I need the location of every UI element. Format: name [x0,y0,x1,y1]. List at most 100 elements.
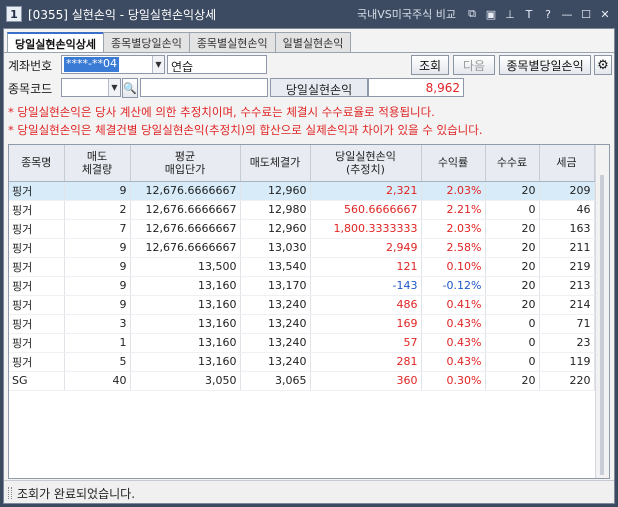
status-message: 조회가 완료되었습니다. [17,487,136,501]
gear-icon[interactable]: ⚙ [594,55,612,75]
minimize-icon[interactable]: — [560,7,574,21]
table-header: 종목명 매도 체결량 평균 매입단가 매도체결가 당일실현손익 (추정치) 수익… [9,145,595,182]
col-header-rate[interactable]: 수익률 [421,145,486,182]
link-icon[interactable]: ⧉ [465,7,479,21]
cell-realized-pnl: 486 [310,295,422,315]
tab-strip: 당일실현손익상세 종목별당일손익 종목별실현손익 일별실현손익 [7,32,352,53]
daily-pnl-label: 당일실현손익 [270,78,368,97]
notice-line: * 당일실현손익은 당사 계산에 의한 추정치이며, 수수료는 체결시 수수료율… [8,105,435,119]
table-row[interactable]: 핑거 2 12,676.6666667 12,980 560.6666667 2.21% 0… [9,200,595,220]
col-header-name[interactable]: 종목명 [9,145,65,182]
cell-avg-price: 13,160 [130,295,241,315]
close-icon[interactable]: ✕ [598,7,612,21]
cell-tax: 163 [539,219,595,239]
help-icon[interactable]: ? [541,7,555,21]
next-button[interactable]: 다음 [453,55,495,75]
account-select[interactable]: ****-**04 ▼ [61,55,165,74]
account-name-field: 연습 [167,55,267,74]
scroll-thumb[interactable] [600,175,604,475]
cell-sell-price: 12,980 [240,200,311,220]
cell-fee: 20 [485,257,540,277]
title-bar: 1 [0355] 실현손익 - 당일실현손익상세 국내VS미국주식 비교 ⧉ ▣… [0,0,618,28]
cell-tax: 71 [539,314,595,334]
chevron-down-icon[interactable]: ▼ [108,79,120,96]
col-header-pnl[interactable]: 당일실현손익 (추정치) [310,145,422,182]
chevron-down-icon[interactable]: ▼ [152,56,164,73]
col-header-fee[interactable]: 수수료 [485,145,540,182]
cell-sell-price: 13,240 [240,314,311,334]
table-row[interactable]: 핑거 1 13,160 13,240 57 0.43% 0 23 [9,333,595,353]
cell-stock-name: 핑거 [9,276,65,296]
col-header-sell-price[interactable]: 매도체결가 [240,145,311,182]
pnl-table[interactable]: 종목명 매도 체결량 평균 매입단가 매도체결가 당일실현손익 (추정치) 수익… [8,144,610,479]
cell-return-rate: 0.43% [421,333,486,353]
cell-avg-price: 13,160 [130,333,241,353]
maximize-icon[interactable]: ☐ [579,7,593,21]
cell-fee: 20 [485,371,540,391]
col-header-tax[interactable]: 세금 [539,145,595,182]
notice-line: * 당일실현손익은 체결건별 당일실현손익(추정치)의 합산으로 실제손익과 차… [8,123,483,137]
pin-icon[interactable]: ⊥ [503,7,517,21]
cell-realized-pnl: 121 [310,257,422,277]
table-row[interactable]: 핑거 7 12,676.6666667 12,960 1,800.3333333 2.03… [9,219,595,239]
tab-daily-realized[interactable]: 일별실현손익 [274,32,352,52]
cell-stock-name: 핑거 [9,314,65,334]
cell-avg-price: 13,160 [130,314,241,334]
cell-fee: 20 [485,238,540,258]
cell-stock-name: 핑거 [9,200,65,220]
compare-link[interactable]: 국내VS미국주식 비교 [357,6,456,22]
header-label: 수수료 [496,156,528,170]
stock-code-input[interactable]: ▼ [61,78,121,97]
status-bar: 조회가 완료되었습니다. [4,480,614,503]
cell-fee: 0 [485,352,540,372]
cell-return-rate: 0.30% [421,371,486,391]
col-header-avg-price[interactable]: 평균 매입단가 [130,145,241,182]
account-row: 계좌번호 ****-**04 ▼ 연습 조회 다음 종목별당일손익 ⚙ [4,54,614,76]
grip-icon [8,487,12,499]
cell-realized-pnl: 169 [310,314,422,334]
table-row[interactable]: 핑거 9 13,500 13,540 121 0.10% 20 219 [9,257,595,277]
table-row[interactable]: 핑거 5 13,160 13,240 281 0.43% 0 119 [9,352,595,372]
text-size-icon[interactable]: T [522,7,536,21]
query-button[interactable]: 조회 [411,55,449,75]
table-row[interactable]: 핑거 9 12,676.6666667 13,030 2,949 2.58% 20 211 [9,238,595,258]
cell-stock-name: 핑거 [9,219,65,239]
tab-daily-pnl-by-stock[interactable]: 종목별당일손익 [102,32,190,52]
cell-stock-name: 핑거 [9,333,65,353]
cell-fee: 20 [485,219,540,239]
cell-return-rate: 0.43% [421,314,486,334]
vertical-scrollbar[interactable] [595,145,609,478]
cell-realized-pnl: 57 [310,333,422,353]
cell-tax: 23 [539,333,595,353]
copy-icon[interactable]: ▣ [484,7,498,21]
cell-sell-qty: 5 [64,352,131,372]
window-title: [0355] 실현손익 - 당일실현손익상세 [28,7,217,22]
cell-tax: 46 [539,200,595,220]
table-row[interactable]: SG 40 3,050 3,065 360 0.30% 20 220 [9,371,595,391]
stock-row: 종목코드 ▼ 🔍 당일실현손익 8,962 [4,77,614,99]
table-row[interactable]: 핑거 9 13,160 13,170 -143 -0.12% 20 213 [9,276,595,296]
stock-code-label: 종목코드 [8,82,53,96]
stock-name-field [140,78,268,97]
cell-sell-price: 13,170 [240,276,311,296]
table-row[interactable]: 핑거 3 13,160 13,240 169 0.43% 0 71 [9,314,595,334]
cell-sell-price: 13,030 [240,238,311,258]
cell-realized-pnl: 1,800.3333333 [310,219,422,239]
search-icon[interactable]: 🔍 [122,78,138,98]
cell-realized-pnl: -143 [310,276,422,296]
cell-sell-price: 3,065 [240,371,311,391]
table-row[interactable]: 핑거 9 13,160 13,240 486 0.41% 20 214 [9,295,595,315]
by-stock-button[interactable]: 종목별당일손익 [499,55,591,75]
col-header-qty[interactable]: 매도 체결량 [64,145,131,182]
cell-avg-price: 12,676.6666667 [130,238,241,258]
cell-realized-pnl: 2,321 [310,181,422,201]
cell-fee: 0 [485,314,540,334]
cell-sell-qty: 9 [64,257,131,277]
tab-realized-pnl-by-stock[interactable]: 종목별실현손익 [188,32,276,52]
header-label: 수익률 [437,156,469,170]
cell-sell-qty: 40 [64,371,131,391]
cell-fee: 20 [485,181,540,201]
table-row[interactable]: 핑거 9 12,676.6666667 12,960 2,321 2.03% 20 209 [9,181,595,201]
tab-daily-realized-detail[interactable]: 당일실현손익상세 [7,32,104,53]
cell-tax: 119 [539,352,595,372]
